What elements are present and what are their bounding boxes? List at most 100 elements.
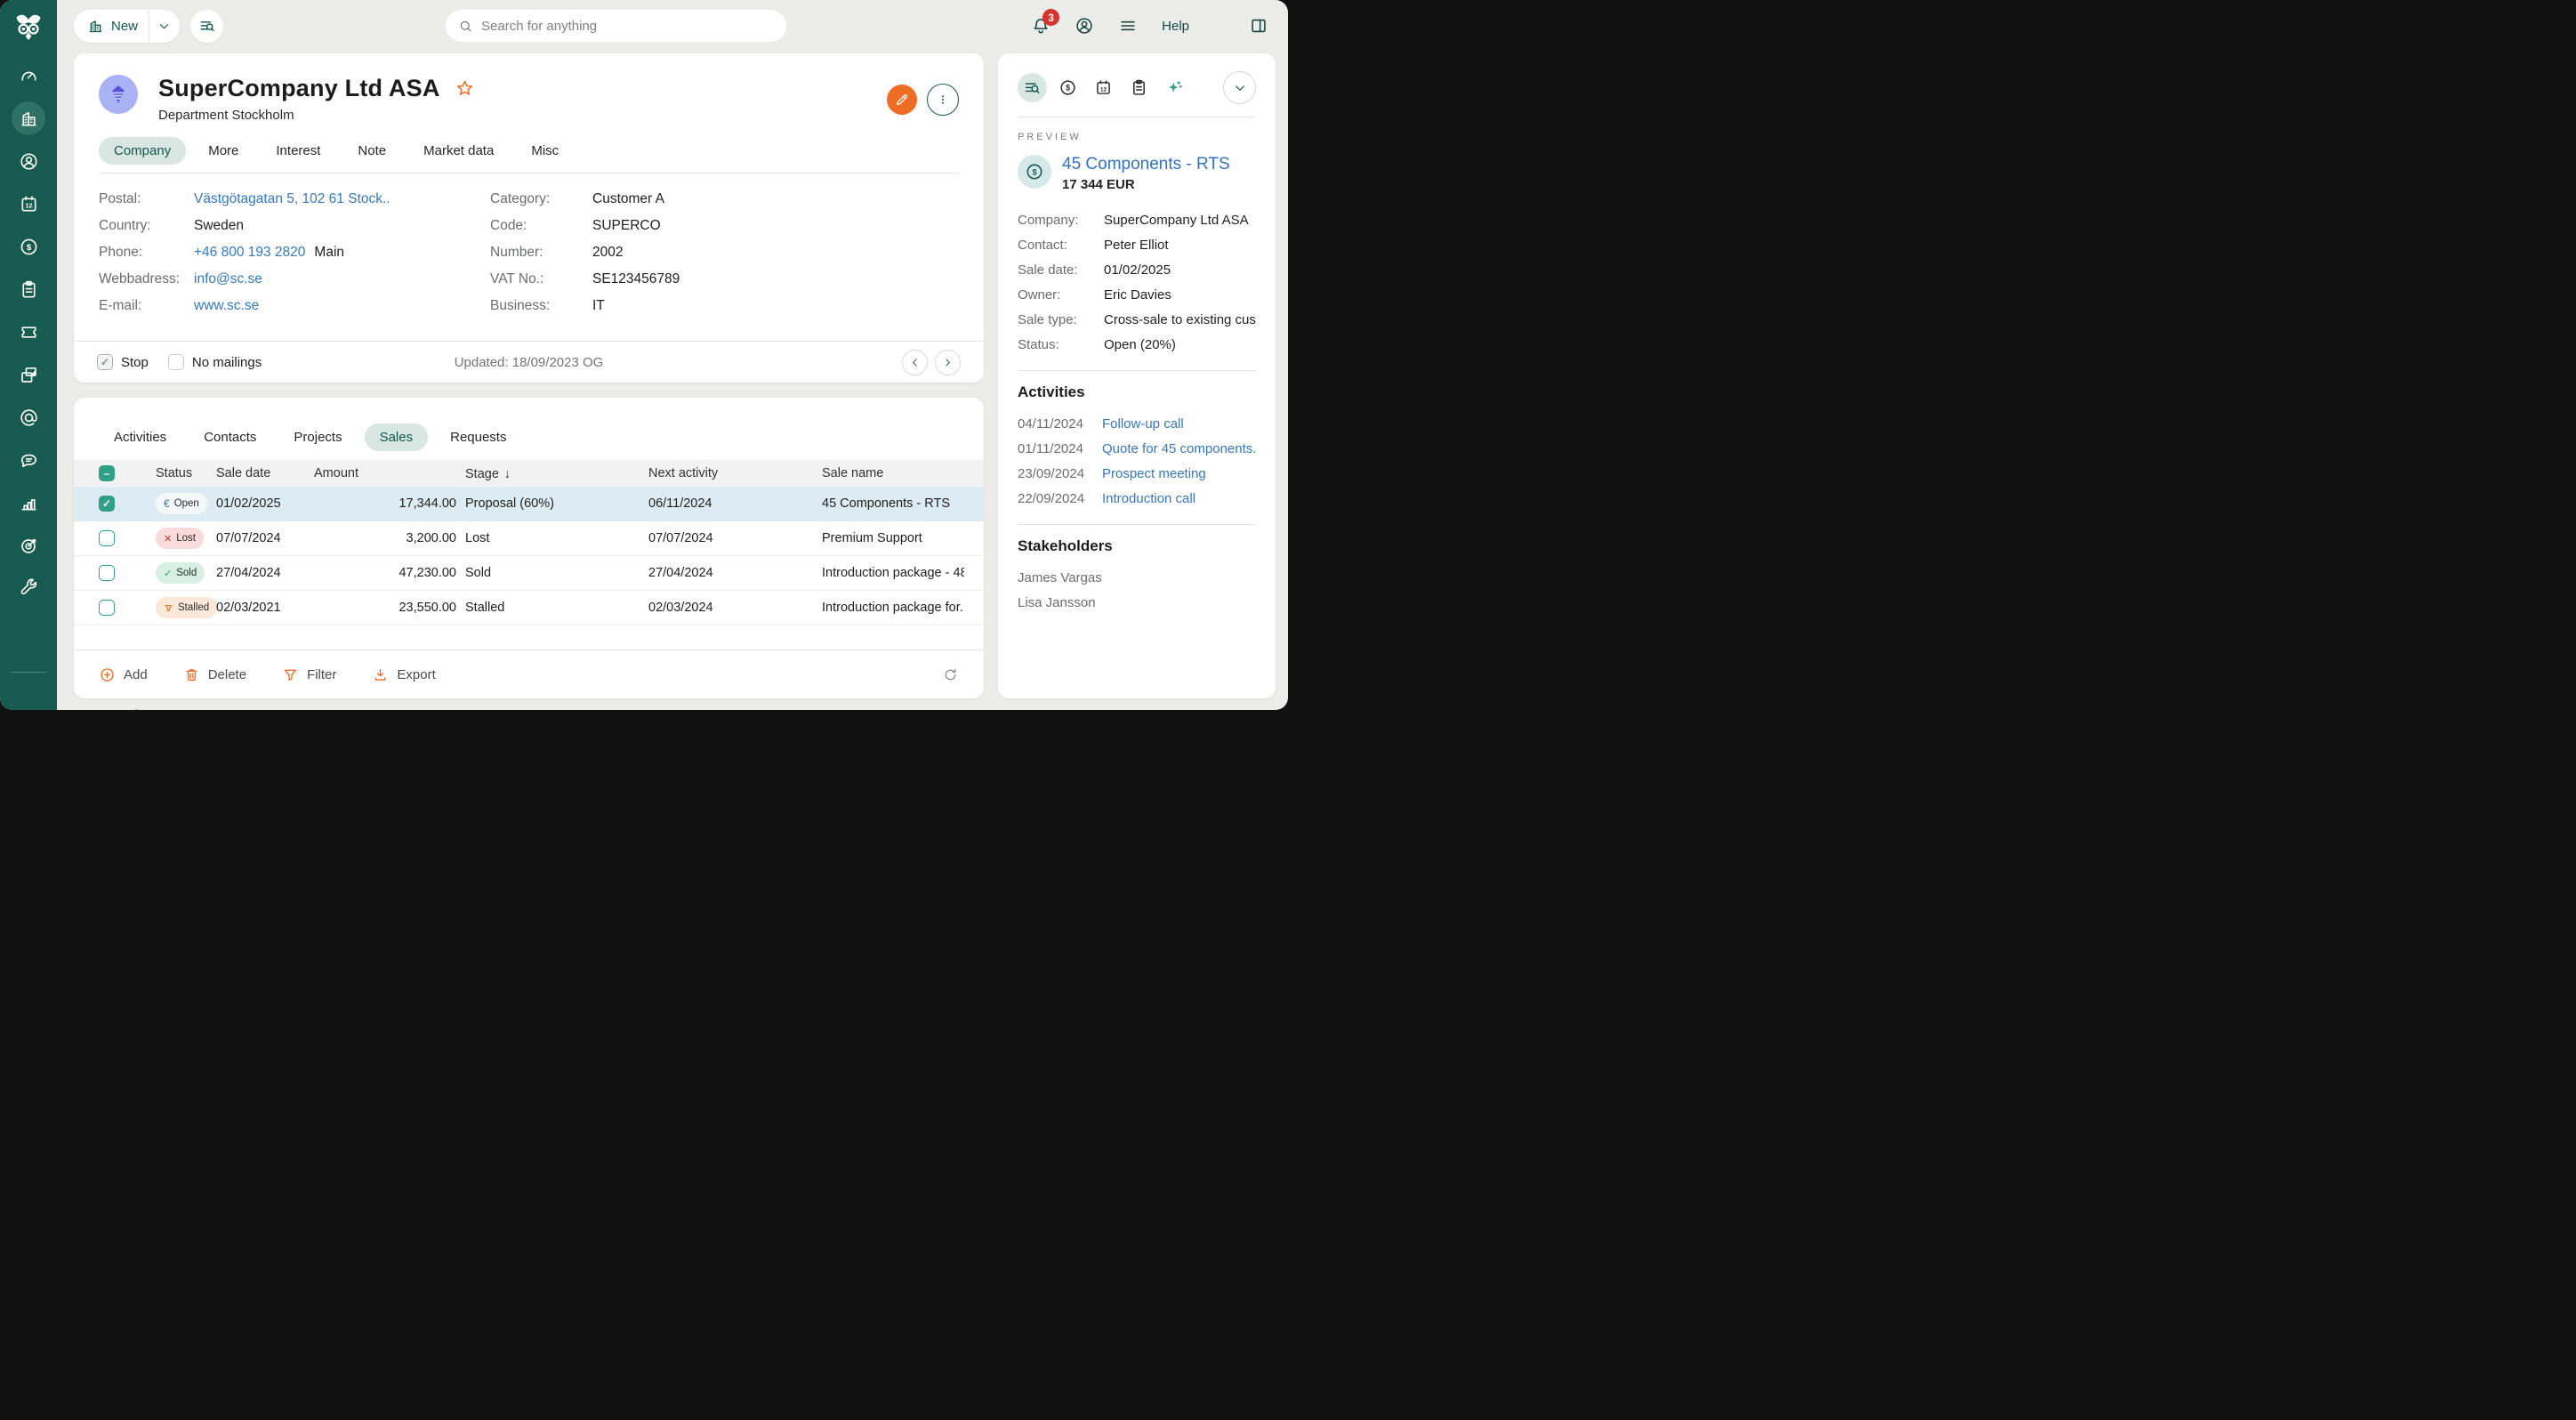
sidebar-item-contacts[interactable] <box>12 144 45 178</box>
column-header-status[interactable]: Status <box>156 466 216 480</box>
refresh-button[interactable] <box>942 666 959 683</box>
stop-checkbox[interactable]: ✓ <box>97 354 113 370</box>
pencil-icon <box>894 92 910 108</box>
stage-cell: Proposal (60%) <box>465 496 648 511</box>
tab-interest[interactable]: Interest <box>261 137 335 165</box>
sidebar-item-projects[interactable] <box>12 272 45 306</box>
delete-button[interactable]: Delete <box>183 666 246 683</box>
edit-button[interactable] <box>887 85 917 115</box>
panel-tab-preview[interactable] <box>1018 73 1047 102</box>
amount-cell: 17,344.00 <box>314 496 465 511</box>
tab-market-data[interactable]: Market data <box>408 137 509 165</box>
sort-descending-icon: ↓ <box>504 466 511 480</box>
app-logo-owl-icon[interactable] <box>12 11 44 43</box>
column-header-stage[interactable]: Stage↓ <box>465 466 648 481</box>
business-value: IT <box>592 298 680 314</box>
preview-owner: Eric Davies <box>1104 287 1256 303</box>
activity-link[interactable]: Quote for 45 components... <box>1102 441 1256 456</box>
activity-link[interactable]: Introduction call <box>1102 491 1256 506</box>
stage-cell: Sold <box>465 566 648 580</box>
next-record-button[interactable] <box>935 350 961 375</box>
filter-button[interactable]: Filter <box>282 666 336 683</box>
sidebar-item-settings[interactable] <box>12 571 45 605</box>
email-link[interactable]: www.sc.se <box>194 298 490 314</box>
side-panel-toggle-button[interactable] <box>1249 16 1268 36</box>
help-link[interactable]: Help <box>1162 19 1189 34</box>
postal-address-link[interactable]: Västgötagatan 5, 102 61 Stock.. <box>194 191 490 207</box>
sidebar-footer <box>0 666 57 701</box>
field-label: Postal: <box>99 191 194 207</box>
more-menu-button[interactable] <box>927 84 959 116</box>
tab-company[interactable]: Company <box>99 137 186 165</box>
new-button[interactable]: New <box>74 10 180 43</box>
funnel-icon <box>164 603 173 613</box>
sale-coin-icon <box>1018 155 1051 189</box>
global-search[interactable] <box>446 10 786 42</box>
sale-row[interactable]: ✓Sold 27/04/2024 47,230.00 Sold 27/04/20… <box>74 556 984 591</box>
sidebar-item-calendar[interactable] <box>12 187 45 221</box>
field-label: VAT No.: <box>490 271 592 287</box>
main-menu-button[interactable] <box>1118 16 1138 36</box>
sidebar-item-documents[interactable] <box>12 358 45 391</box>
new-button-label: New <box>111 19 138 34</box>
column-header-next-activity[interactable]: Next activity <box>648 466 822 480</box>
chevron-down-icon[interactable] <box>157 20 171 33</box>
sidebar-expand-button[interactable] <box>20 683 37 701</box>
column-header-sale-date[interactable]: Sale date <box>216 466 314 480</box>
column-header-sale-name[interactable]: Sale name <box>822 466 964 480</box>
sidebar-item-requests[interactable] <box>12 315 45 349</box>
row-checkbox[interactable] <box>99 530 115 546</box>
sidebar-item-reports[interactable] <box>12 486 45 520</box>
tab-requests[interactable]: Requests <box>435 424 521 451</box>
activity-link[interactable]: Prospect meeting <box>1102 466 1256 481</box>
phone-link[interactable]: +46 800 193 2820 <box>194 245 305 260</box>
sidebar-item-sales[interactable] <box>12 230 45 263</box>
find-button[interactable] <box>190 10 223 43</box>
panel-tab-ai[interactable] <box>1160 73 1189 102</box>
number-value: 2002 <box>592 245 680 261</box>
tab-projects[interactable]: Projects <box>278 424 357 451</box>
at-sign-icon <box>19 407 39 428</box>
tab-misc[interactable]: Misc <box>516 137 574 165</box>
sidebar-item-mailings[interactable] <box>12 400 45 434</box>
search-icon <box>458 19 473 34</box>
sidebar-item-marketing[interactable] <box>12 528 45 562</box>
panel-tab-notes[interactable] <box>1124 73 1154 102</box>
previous-record-button[interactable] <box>902 350 928 375</box>
row-checkbox[interactable] <box>99 565 115 581</box>
select-all-checkbox[interactable]: – <box>99 465 115 481</box>
panel-tab-calendar[interactable] <box>1089 73 1118 102</box>
export-button[interactable]: Export <box>372 666 435 683</box>
activity-date: 23/09/2024 <box>1018 466 1102 481</box>
sparkle-ai-icon <box>1165 78 1184 97</box>
activity-date: 04/11/2024 <box>1018 416 1102 432</box>
sidebar-item-companies[interactable] <box>12 101 45 135</box>
row-checkbox[interactable] <box>99 600 115 616</box>
no-mailings-checkbox[interactable] <box>168 354 184 370</box>
sale-row[interactable]: Stalled 02/03/2021 23,550.00 Stalled 02/… <box>74 591 984 625</box>
preview-contact-link[interactable]: Peter Elliot <box>1104 238 1256 253</box>
column-header-amount[interactable]: Amount <box>314 466 465 480</box>
sidebar-item-chat[interactable] <box>12 443 45 477</box>
panel-collapse-button[interactable] <box>1223 71 1256 104</box>
profile-button[interactable] <box>1075 16 1094 36</box>
search-input[interactable] <box>481 19 774 34</box>
activity-link[interactable]: Follow-up call <box>1102 416 1256 432</box>
tab-sales[interactable]: Sales <box>365 424 429 451</box>
preview-sale-title-link[interactable]: 45 Components - RTS <box>1062 155 1230 174</box>
notifications-button[interactable]: 3 <box>1031 16 1051 36</box>
favorite-star-icon[interactable] <box>455 79 474 98</box>
add-button[interactable]: Add <box>99 666 148 683</box>
sale-row[interactable]: ✓ €Open 01/02/2025 17,344.00 Proposal (6… <box>74 487 984 521</box>
tab-activities[interactable]: Activities <box>99 424 181 451</box>
row-checkbox[interactable]: ✓ <box>99 496 115 512</box>
tab-contacts[interactable]: Contacts <box>189 424 271 451</box>
sale-row[interactable]: ✕Lost 07/07/2024 3,200.00 Lost 07/07/202… <box>74 521 984 556</box>
sidebar-item-dashboard[interactable] <box>12 59 45 93</box>
tab-note[interactable]: Note <box>342 137 401 165</box>
preview-company-link[interactable]: SuperCompany Ltd ASA <box>1104 213 1256 228</box>
webaddress-link[interactable]: info@sc.se <box>194 271 490 287</box>
panel-tab-sales[interactable] <box>1053 73 1083 102</box>
preview-sale-date: 01/02/2025 <box>1104 262 1256 278</box>
tab-more[interactable]: More <box>193 137 254 165</box>
